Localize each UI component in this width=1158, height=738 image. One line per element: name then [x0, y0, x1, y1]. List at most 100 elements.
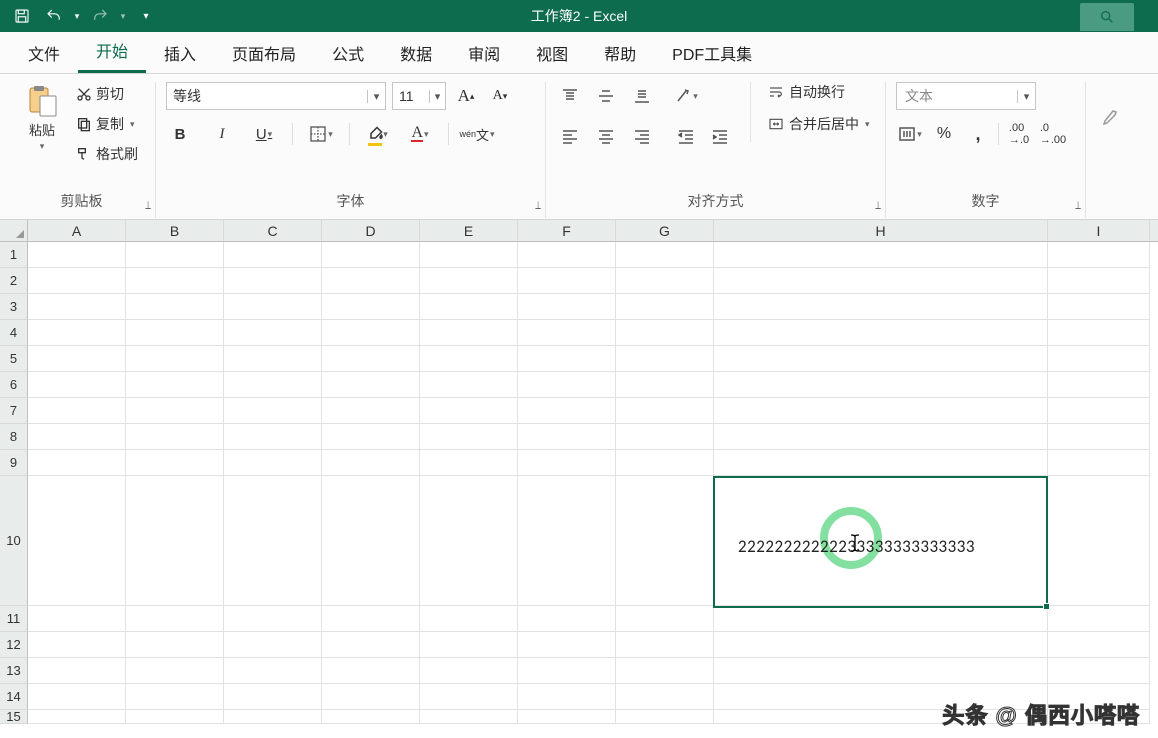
accounting-format-button[interactable]	[896, 120, 924, 148]
col-header-E[interactable]: E	[420, 220, 518, 241]
number-launcher[interactable]: ⟘	[1075, 201, 1081, 212]
row-header-13[interactable]: 13	[0, 658, 28, 684]
row-header-9[interactable]: 9	[0, 450, 28, 476]
copy-button[interactable]: 复制▾	[76, 114, 138, 134]
phonetic-button[interactable]: wén文	[463, 120, 491, 148]
titlebar-more[interactable]	[1138, 1, 1158, 31]
group-alignment: 自动换行 合并后居中▾ 对齐方式 ⟘	[546, 82, 886, 218]
redo-dropdown[interactable]: ▾	[116, 2, 130, 30]
watermark-text: 头条 @ 偶西小嗒嗒	[942, 698, 1140, 730]
clipboard-launcher[interactable]: ⟘	[145, 201, 151, 212]
row-header-8[interactable]: 8	[0, 424, 28, 450]
tab-pdf[interactable]: PDF工具集	[654, 31, 770, 73]
group-clipboard-label: 剪贴板	[18, 188, 145, 214]
row-header-7[interactable]: 7	[0, 398, 28, 424]
tab-data[interactable]: 数据	[382, 31, 450, 73]
tab-review[interactable]: 审阅	[450, 31, 518, 73]
text-cursor-icon	[848, 534, 862, 552]
tab-insert[interactable]: 插入	[146, 31, 214, 73]
comma-style-button[interactable]: ,	[964, 120, 992, 148]
align-top-button[interactable]	[556, 82, 584, 110]
column-headers: A B C D E F G H I	[0, 220, 1158, 242]
col-header-F[interactable]: F	[518, 220, 616, 241]
tab-layout[interactable]: 页面布局	[214, 31, 314, 73]
align-middle-button[interactable]	[592, 82, 620, 110]
more-styles-icon[interactable]	[1096, 102, 1124, 130]
font-size-select[interactable]: 11▾	[392, 82, 446, 110]
row-header-1[interactable]: 1	[0, 242, 28, 268]
ribbon: 粘贴 ▾ 剪切 复制▾ 格式刷 剪贴板 ⟘ 等线▾ 11▾ A▴ A▾ B I …	[0, 74, 1158, 220]
group-font-label: 字体	[166, 188, 535, 214]
orientation-button[interactable]	[672, 82, 700, 110]
search-button[interactable]	[1080, 3, 1134, 31]
format-painter-button[interactable]: 格式刷	[76, 144, 138, 164]
col-header-B[interactable]: B	[126, 220, 224, 241]
window-title: 工作簿2 - Excel	[531, 6, 627, 26]
increase-indent-button[interactable]	[706, 122, 734, 150]
row-header-5[interactable]: 5	[0, 346, 28, 372]
col-header-D[interactable]: D	[322, 220, 420, 241]
font-launcher[interactable]: ⟘	[535, 201, 541, 212]
row-header-3[interactable]: 3	[0, 294, 28, 320]
col-header-H[interactable]: H	[714, 220, 1048, 241]
row-header-6[interactable]: 6	[0, 372, 28, 398]
select-all-corner[interactable]	[0, 220, 28, 241]
align-bottom-button[interactable]	[628, 82, 656, 110]
fill-color-button[interactable]	[364, 120, 392, 148]
border-button[interactable]	[307, 120, 335, 148]
font-name-select[interactable]: 等线▾	[166, 82, 386, 110]
tab-formula[interactable]: 公式	[314, 31, 382, 73]
group-more	[1086, 82, 1134, 218]
paste-button[interactable]: 粘贴 ▾	[18, 82, 66, 152]
col-header-C[interactable]: C	[224, 220, 322, 241]
tab-view[interactable]: 视图	[518, 31, 586, 73]
quick-access-toolbar: ▾ ▾ ▾	[0, 2, 162, 30]
number-format-select[interactable]: 文本▾	[896, 82, 1036, 110]
row-header-4[interactable]: 4	[0, 320, 28, 346]
tab-home[interactable]: 开始	[78, 28, 146, 73]
percent-button[interactable]: %	[930, 120, 958, 148]
save-button[interactable]	[6, 2, 38, 30]
tab-file[interactable]: 文件	[10, 31, 78, 73]
group-alignment-label: 对齐方式	[556, 188, 875, 214]
align-right-button[interactable]	[628, 122, 656, 150]
align-left-button[interactable]	[556, 122, 584, 150]
row-header-15[interactable]: 15	[0, 710, 28, 724]
grid-rows: 1 2 3 4 5 6 7 8 9 10 11 12 13 14 15	[0, 242, 1158, 724]
row-header-10[interactable]: 10	[0, 476, 28, 606]
increase-decimal-button[interactable]: .00→.0	[1005, 120, 1033, 148]
group-font: 等线▾ 11▾ A▴ A▾ B I U A wén文 字体 ⟘	[156, 82, 546, 218]
row-header-12[interactable]: 12	[0, 632, 28, 658]
row-header-14[interactable]: 14	[0, 684, 28, 710]
group-number: 文本▾ % , .00→.0 .0→.00 数字 ⟘	[886, 82, 1086, 218]
col-header-G[interactable]: G	[616, 220, 714, 241]
col-header-A[interactable]: A	[28, 220, 126, 241]
bold-button[interactable]: B	[166, 120, 194, 148]
cut-button[interactable]: 剪切	[76, 84, 138, 104]
redo-button[interactable]	[84, 2, 116, 30]
row-header-2[interactable]: 2	[0, 268, 28, 294]
decrease-indent-button[interactable]	[672, 122, 700, 150]
group-number-label: 数字	[896, 188, 1075, 214]
increase-font-button[interactable]: A▴	[452, 82, 480, 110]
undo-dropdown[interactable]: ▾	[70, 2, 84, 30]
merge-center-button[interactable]: 合并后居中▾	[767, 114, 870, 134]
tab-help[interactable]: 帮助	[586, 31, 654, 73]
undo-button[interactable]	[38, 2, 70, 30]
titlebar: ▾ ▾ ▾ 工作簿2 - Excel	[0, 0, 1158, 32]
decrease-font-button[interactable]: A▾	[486, 82, 514, 110]
paste-label: 粘贴	[29, 120, 55, 139]
spreadsheet[interactable]: A B C D E F G H I 1 2 3 4 5 6 7 8 9 10 1…	[0, 220, 1158, 724]
font-color-button[interactable]: A	[406, 120, 434, 148]
ribbon-tabs: 文件 开始 插入 页面布局 公式 数据 审阅 视图 帮助 PDF工具集	[0, 32, 1158, 74]
qat-customize[interactable]: ▾	[130, 2, 162, 30]
underline-button[interactable]: U	[250, 120, 278, 148]
col-header-I[interactable]: I	[1048, 220, 1150, 241]
alignment-launcher[interactable]: ⟘	[875, 201, 881, 212]
wrap-text-button[interactable]: 自动换行	[767, 82, 870, 102]
row-header-11[interactable]: 11	[0, 606, 28, 632]
italic-button[interactable]: I	[208, 120, 236, 148]
group-clipboard: 粘贴 ▾ 剪切 复制▾ 格式刷 剪贴板 ⟘	[8, 82, 156, 218]
align-center-button[interactable]	[592, 122, 620, 150]
decrease-decimal-button[interactable]: .0→.00	[1039, 120, 1067, 148]
